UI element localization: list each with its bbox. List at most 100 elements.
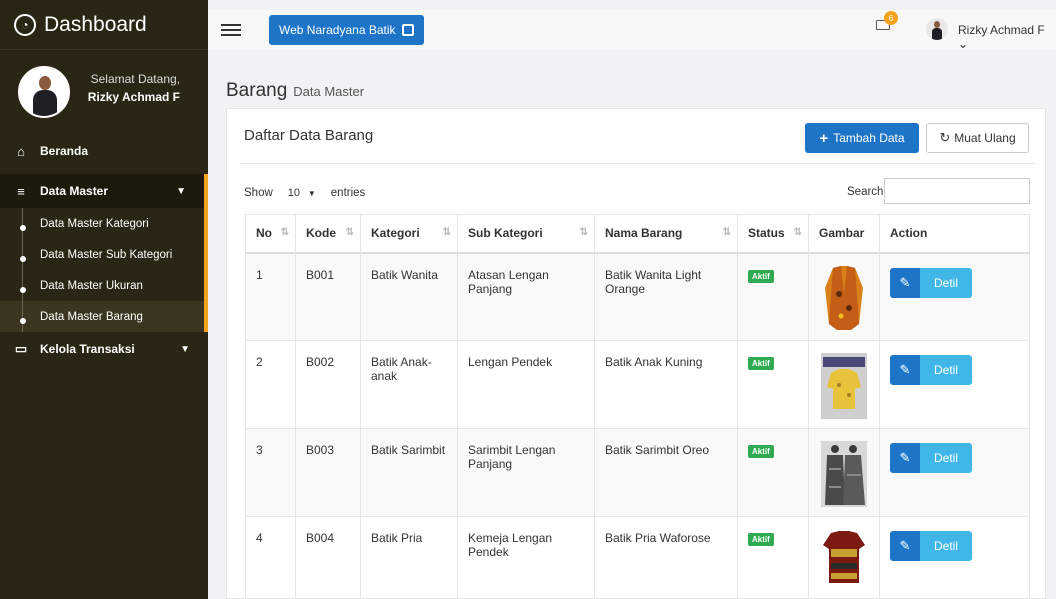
cell-kode: B003 — [295, 428, 361, 517]
brand-title: Dashboard — [44, 12, 147, 36]
table-row: 2 B002 Batik Anak-anak Lengan Pendek Bat… — [245, 340, 1030, 429]
sidebar-item-label: Beranda — [40, 144, 89, 158]
entries-label: entries — [330, 187, 366, 199]
cell-kategori: Batik Pria — [360, 516, 458, 599]
cell-no: 1 — [245, 252, 296, 341]
plus-icon: + — [819, 129, 829, 147]
sidebar-item-beranda[interactable]: ⌂ Beranda — [0, 134, 208, 168]
show-label: Show — [244, 187, 273, 199]
detail-button[interactable]: ✎ Detil — [890, 355, 972, 385]
product-image — [825, 265, 863, 330]
user-avatar[interactable] — [926, 18, 948, 40]
detail-button[interactable]: ✎ Detil — [890, 531, 972, 561]
cell-action: ✎ Detil — [879, 340, 1030, 429]
cell-no: 2 — [245, 340, 296, 429]
data-panel: Daftar Data Barang + Tambah Data ↻ Muat … — [226, 108, 1046, 599]
bullet-icon — [20, 255, 26, 262]
cell-sub-kategori: Sarimbit Lengan Panjang — [457, 428, 595, 517]
cell-status: Aktif — [737, 516, 809, 599]
user-menu[interactable]: Rizky Achmad F ⌄ — [958, 23, 1056, 51]
detail-label: Detil — [920, 355, 972, 385]
home-icon: ⌂ — [17, 143, 25, 159]
hamburger-menu-icon[interactable] — [221, 21, 241, 39]
topbar: Web Naradyana Batik 6 Rizky Achmad F ⌄ — [208, 10, 1056, 51]
page-header: Barang Data Master — [226, 80, 364, 102]
chevron-down-icon: ▼ — [180, 343, 190, 355]
add-data-button[interactable]: + Tambah Data — [805, 123, 919, 153]
cell-sub-kategori: Kemeja Lengan Pendek — [457, 516, 595, 599]
user-name: Rizky Achmad F — [958, 23, 1045, 37]
dashboard-icon: ◔ — [14, 13, 36, 36]
monitor-icon: ▭ — [14, 341, 28, 356]
col-status[interactable]: Status ⇅ — [737, 214, 809, 254]
table-row: 4 B004 Batik Pria Kemeja Lengan Pendek B… — [245, 516, 1030, 599]
cell-no: 3 — [245, 428, 296, 517]
external-link-icon — [401, 24, 414, 36]
cell-gambar — [808, 340, 880, 429]
caret-down-icon: ▼ — [307, 188, 316, 198]
cell-no: 4 — [245, 516, 296, 599]
cell-gambar — [808, 252, 880, 341]
reload-button[interactable]: ↻ Muat Ulang — [926, 123, 1029, 153]
web-button-label: Web Naradyana Batik — [279, 23, 396, 37]
detail-label: Detil — [920, 531, 972, 561]
divider — [240, 163, 1035, 164]
table-row: 1 B001 Batik Wanita Atasan Lengan Panjan… — [245, 252, 1030, 341]
detail-button[interactable]: ✎ Detil — [890, 443, 972, 473]
col-kode[interactable]: Kode ⇅ — [295, 214, 361, 254]
subitem-label: Data Master Ukuran — [40, 279, 143, 292]
sort-icon: ⇅ — [442, 227, 451, 238]
user-profile: Selamat Datang, Rizky Achmad F — [0, 50, 208, 134]
pencil-icon: ✎ — [890, 355, 920, 385]
chevron-down-icon: ⌄ — [958, 37, 969, 51]
web-naradyana-button[interactable]: Web Naradyana Batik — [269, 15, 424, 45]
sidebar: ◔ Dashboard Selamat Datang, Rizky Achmad… — [0, 0, 208, 599]
cell-nama-barang: Batik Pria Waforose — [594, 516, 738, 599]
add-button-label: Tambah Data — [833, 131, 905, 145]
cell-kode: B002 — [295, 340, 361, 429]
sort-icon: ⇅ — [280, 227, 289, 238]
profile-name: Rizky Achmad F — [87, 90, 180, 104]
sidebar-item-data-master[interactable]: ≡ Data Master ▼ — [0, 174, 208, 208]
sort-icon: ⇅ — [722, 227, 731, 238]
cell-action: ✎ Detil — [879, 516, 1030, 599]
sidebar-subitem-ukuran[interactable]: Data Master Ukuran — [0, 270, 204, 301]
cell-status: Aktif — [737, 252, 809, 341]
sidebar-item-kelola-transaksi[interactable]: ▭ Kelola Transaksi ▼ — [0, 332, 208, 366]
notification-badge: 6 — [884, 11, 898, 25]
pencil-icon: ✎ — [890, 267, 920, 298]
product-image — [821, 441, 867, 507]
bullet-icon — [20, 317, 26, 324]
table-row: 3 B003 Batik Sarimbit Sarimbit Lengan Pa… — [245, 428, 1030, 517]
cell-nama-barang: Batik Wanita Light Orange — [594, 252, 738, 341]
cell-gambar — [808, 428, 880, 517]
entries-select[interactable]: 10 ▼ — [280, 182, 323, 204]
pencil-icon: ✎ — [890, 531, 920, 561]
status-badge: Aktif — [748, 357, 774, 370]
col-sub-kategori[interactable]: Sub Kategori ⇅ — [457, 214, 595, 254]
cell-status: Aktif — [737, 340, 809, 429]
chevron-down-icon: ▼ — [176, 185, 186, 197]
cell-status: Aktif — [737, 428, 809, 517]
database-icon: ≡ — [17, 183, 25, 199]
cell-sub-kategori: Atasan Lengan Panjang — [457, 252, 595, 341]
subitem-label: Data Master Barang — [40, 310, 143, 323]
sidebar-item-label: Data Master — [40, 184, 109, 198]
entries-control: Show 10 ▼ entries — [244, 182, 365, 204]
search-input[interactable] — [884, 178, 1030, 204]
subitem-label: Data Master Sub Kategori — [40, 248, 173, 261]
col-no[interactable]: No ⇅ — [245, 214, 296, 254]
entries-value: 10 — [287, 187, 301, 199]
sidebar-subitem-kategori[interactable]: Data Master Kategori — [0, 208, 204, 239]
bullet-icon — [20, 286, 26, 293]
sidebar-subitem-sub-kategori[interactable]: Data Master Sub Kategori — [0, 239, 204, 270]
sidebar-subitem-barang[interactable]: Data Master Barang — [0, 301, 204, 332]
brand[interactable]: ◔ Dashboard — [0, 0, 208, 50]
cell-gambar — [808, 516, 880, 599]
pencil-icon: ✎ — [890, 443, 920, 473]
detail-button[interactable]: ✎ Detil — [890, 267, 972, 298]
col-kategori[interactable]: Kategori ⇅ — [360, 214, 458, 254]
product-image — [823, 531, 865, 583]
page-title: Barang — [226, 80, 288, 101]
col-nama-barang[interactable]: Nama Barang ⇅ — [594, 214, 738, 254]
